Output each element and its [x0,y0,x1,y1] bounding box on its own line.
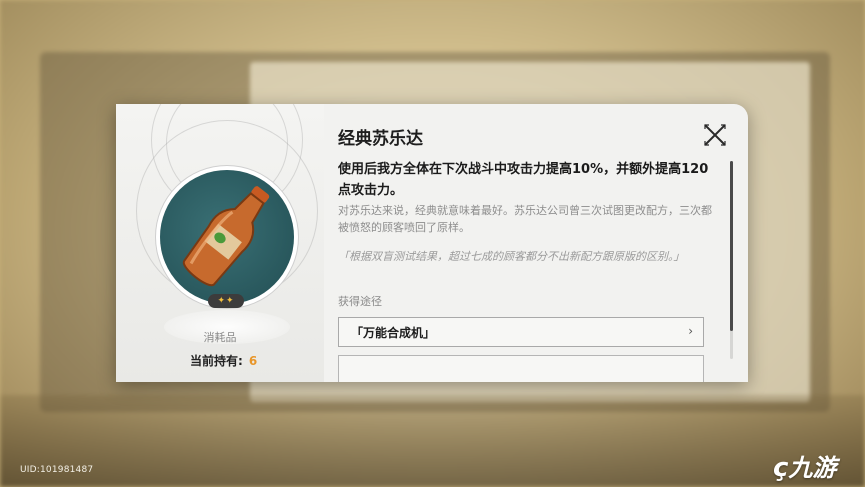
owned-count-row: 当前持有: 6 [190,352,257,369]
scrollbar[interactable] [730,161,733,359]
close-button[interactable] [702,122,728,148]
source-label: 「万能合成机」 [351,326,436,340]
source-button-synthesizer[interactable]: 「万能合成机」 › [338,317,704,347]
owned-label: 当前持有: [190,354,243,368]
item-effect: 使用后我方全体在下次战斗中攻击力提高10%，并额外提高120点攻击力。 [338,162,709,198]
item-category: 消耗品 [203,331,237,344]
chevron-right-icon: › [688,324,693,338]
scrollbar-thumb[interactable] [730,161,733,331]
rarity-badge: ✦✦ [208,294,244,308]
owned-count: 6 [248,354,258,368]
item-detail-dialog: ✦✦ 消耗品 当前持有: 6 经典苏乐达 使用后我方全体在下次战斗中攻击力提高10… [116,104,748,382]
item-title: 经典苏乐达 [338,129,423,149]
watermark-text: 九游 [788,454,837,482]
watermark-logo: ç九游 [773,453,837,483]
source-button-partial[interactable] [338,355,704,382]
soda-bottle-icon [182,186,270,287]
item-image [160,170,294,304]
item-quote: 「根据双盲测试结果，超过七成的顾客都分不出新配方跟原版的区别。」 [338,250,685,263]
sources-heading: 获得途径 [338,295,382,308]
item-lore: 对苏乐达来说，经典就意味着最好。苏乐达公司曾三次试图更改配方，三次都被愤怒的顾客… [338,204,712,234]
item-preview-panel: ✦✦ 消耗品 当前持有: 6 [116,104,324,382]
close-icon [704,124,726,146]
uid-label: UID:101981487 [20,465,94,475]
